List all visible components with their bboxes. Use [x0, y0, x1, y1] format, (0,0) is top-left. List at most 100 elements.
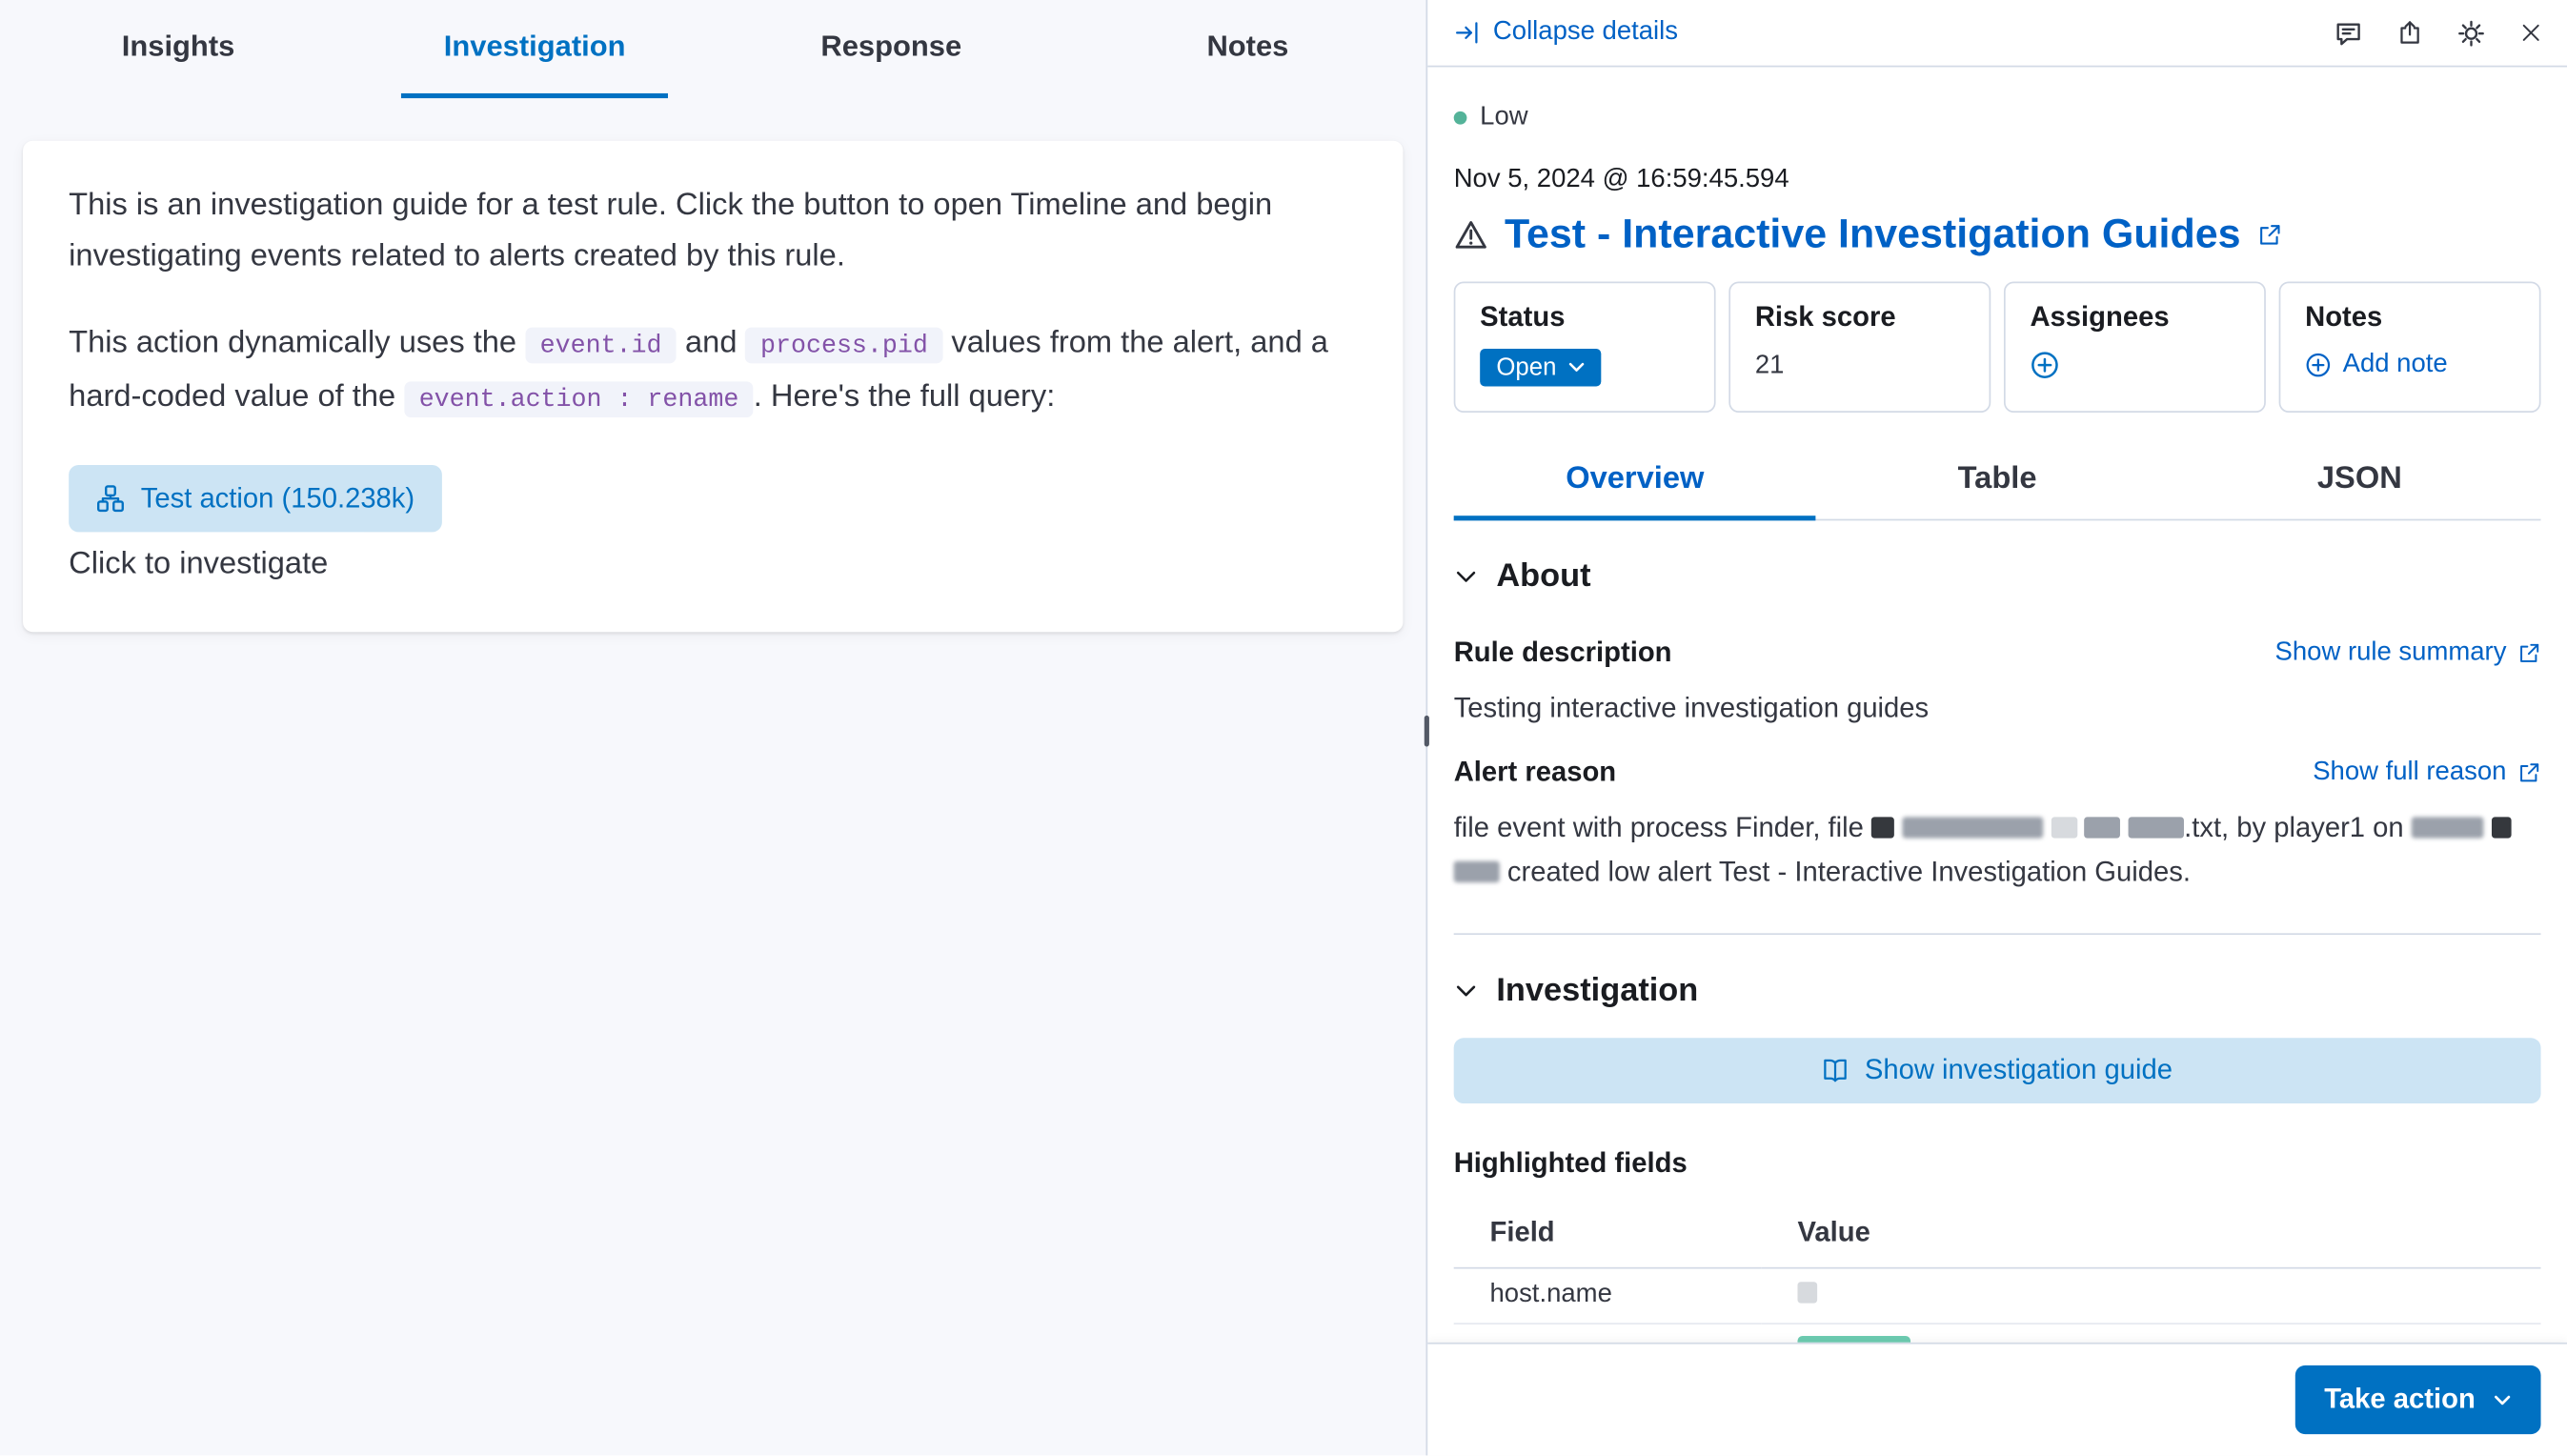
timeline-icon	[96, 485, 124, 513]
tab-overview[interactable]: Overview	[1454, 447, 1816, 519]
redacted-text	[1454, 861, 1500, 882]
show-rule-summary-link[interactable]: Show rule summary	[2275, 638, 2541, 668]
status-card: Status Open	[1454, 282, 1716, 413]
guide-text: This action dynamically uses the	[69, 326, 525, 360]
show-full-reason-label: Show full reason	[2313, 758, 2506, 787]
show-full-reason-link[interactable]: Show full reason	[2313, 758, 2540, 787]
severity-badge: Low	[1454, 103, 2541, 132]
warning-icon	[1454, 218, 1488, 250]
severity-dot-icon	[1454, 111, 1467, 125]
share-icon[interactable]	[2396, 20, 2422, 46]
code-event-id: event.id	[525, 328, 677, 364]
value-cell: Healthy	[1762, 1324, 2541, 1343]
test-action-button[interactable]: Test action (150.238k)	[69, 465, 442, 532]
panel-resize-handle[interactable]	[1425, 716, 1429, 747]
show-rule-summary-label: Show rule summary	[2275, 638, 2507, 668]
redacted-text	[1902, 817, 2043, 838]
redacted-text	[2085, 817, 2121, 838]
table-row: host.name	[1454, 1268, 2541, 1324]
flyout-tabs: Overview Table JSON	[1454, 447, 2541, 520]
code-process-pid: process.pid	[746, 328, 943, 364]
redacted-text	[2129, 817, 2184, 838]
alert-timestamp: Nov 5, 2024 @ 16:59:45.594	[1454, 166, 2541, 195]
code-event-action-rename: event.action : rename	[404, 381, 754, 417]
assignees-label: Assignees	[2030, 301, 2239, 334]
close-icon[interactable]	[2519, 21, 2542, 44]
gear-icon[interactable]	[2457, 19, 2485, 47]
flyout-header: Collapse details	[1427, 0, 2567, 67]
popout-icon	[2517, 642, 2540, 665]
security-alert-page: Insights Investigation Response Notes Th…	[0, 0, 2567, 1455]
severity-label: Low	[1480, 103, 1527, 132]
alert-rule-title[interactable]: Test - Interactive Investigation Guides	[1505, 210, 2241, 259]
show-investigation-guide-button[interactable]: Show investigation guide	[1454, 1038, 2541, 1103]
external-link-icon[interactable]	[2257, 222, 2282, 247]
alert-stat-cards: Status Open Risk score 21 Assignees	[1454, 282, 2541, 413]
test-action-label: Test action (150.238k)	[141, 482, 414, 515]
take-action-label: Take action	[2324, 1384, 2476, 1416]
alert-reason-label: Alert reason	[1454, 757, 1616, 789]
risk-score-value: 21	[1755, 352, 1965, 381]
chat-icon[interactable]	[2335, 19, 2362, 47]
redacted-text	[2492, 817, 2512, 838]
show-investigation-guide-label: Show investigation guide	[1865, 1054, 2173, 1086]
add-note-button[interactable]: Add note	[2305, 351, 2448, 380]
redacted-text	[1797, 1282, 1817, 1303]
risk-score-card: Risk score 21	[1728, 282, 1991, 413]
alert-reason-row: Alert reason Show full reason	[1454, 757, 2541, 789]
tab-table[interactable]: Table	[1816, 447, 2178, 519]
caret-down-icon	[2494, 1394, 2512, 1405]
reason-text: created low alert Test - Interactive Inv…	[1507, 857, 2191, 888]
tab-notes[interactable]: Notes	[1069, 0, 1425, 98]
flyout-header-actions	[2335, 19, 2542, 47]
field-cell: host.name	[1454, 1268, 1762, 1324]
about-section-toggle[interactable]: About	[1454, 558, 2541, 597]
investigation-section-title: Investigation	[1496, 973, 1698, 1011]
value-column-header: Value	[1762, 1200, 2541, 1267]
take-action-button[interactable]: Take action	[2294, 1365, 2540, 1434]
tab-insights[interactable]: Insights	[0, 0, 356, 98]
tab-json[interactable]: JSON	[2178, 447, 2540, 519]
tab-response[interactable]: Response	[713, 0, 1069, 98]
guide-text: . Here's the full query:	[754, 380, 1056, 415]
tab-investigation-label: Investigation	[401, 0, 668, 98]
reason-text: file event with process Finder, file	[1454, 812, 1864, 843]
highlighted-fields-table: Field Value host.name agent.status Healt…	[1454, 1200, 2541, 1342]
alert-detail-tabs: Insights Investigation Response Notes	[0, 0, 1425, 98]
redacted-text	[2412, 817, 2484, 838]
status-label: Status	[1480, 301, 1689, 334]
agent-status-badge: Healthy	[1797, 1336, 1910, 1343]
caret-down-icon	[1567, 362, 1584, 374]
rule-description-row: Rule description Show rule summary	[1454, 637, 2541, 669]
investigation-section-toggle[interactable]: Investigation	[1454, 973, 2541, 1011]
reason-text: .txt, by player1 on	[2184, 812, 2404, 843]
click-to-investigate-caption: Click to investigate	[69, 547, 1357, 583]
guide-action-paragraph: This action dynamically uses the event.i…	[69, 317, 1357, 425]
collapse-details-label: Collapse details	[1493, 18, 1678, 48]
collapse-details-button[interactable]: Collapse details	[1454, 18, 1678, 48]
table-header-row: Field Value	[1454, 1200, 2541, 1267]
plus-in-circle-icon	[2305, 352, 2331, 377]
notes-label: Notes	[2305, 301, 2515, 334]
add-assignee-icon[interactable]	[2030, 351, 2059, 380]
rule-description-label: Rule description	[1454, 637, 1672, 669]
chevron-down-icon	[1454, 979, 1479, 1003]
section-divider	[1454, 933, 2541, 935]
value-cell	[1762, 1268, 2541, 1324]
alert-reason-text: file event with process Finder, file .tx…	[1454, 805, 2541, 894]
status-value: Open	[1496, 354, 1556, 381]
tab-notes-label: Notes	[1164, 0, 1331, 98]
arrow-to-line-icon	[1454, 20, 1480, 46]
alert-title-row: Test - Interactive Investigation Guides	[1454, 210, 2541, 259]
guide-intro-paragraph: This is an investigation guide for a tes…	[69, 180, 1357, 282]
tab-investigation[interactable]: Investigation	[356, 0, 713, 98]
alert-details-flyout: Collapse details Low	[1427, 0, 2567, 1455]
tab-response-label: Response	[778, 0, 1004, 98]
flyout-footer: Take action	[1427, 1343, 2567, 1456]
notes-card: Notes Add note	[2279, 282, 2541, 413]
tab-insights-label: Insights	[79, 0, 277, 98]
field-cell: agent.status	[1454, 1324, 1762, 1343]
redacted-text	[2051, 817, 2076, 838]
redacted-text	[1871, 817, 1894, 838]
status-dropdown[interactable]: Open	[1480, 349, 1601, 387]
